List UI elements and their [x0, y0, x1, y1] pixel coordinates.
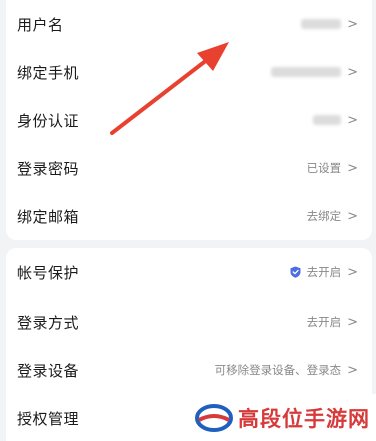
- row-right: 已设置 >: [307, 160, 358, 176]
- masked-value: [271, 67, 342, 77]
- row-identity-verification[interactable]: 身份认证 >: [6, 96, 372, 144]
- chevron-right-icon: >: [347, 64, 358, 80]
- row-right: 去绑定 >: [307, 208, 358, 224]
- row-label: 登录方式: [17, 313, 80, 332]
- row-bind-phone[interactable]: 绑定手机 >: [6, 48, 372, 96]
- row-right: 去开启 >: [307, 314, 358, 330]
- row-label: 授权管理: [17, 409, 80, 428]
- row-right: 可移除登录设备、登录态 >: [215, 362, 358, 378]
- watermark-logo-icon: [195, 403, 233, 432]
- row-label: 登录密码: [17, 159, 80, 178]
- chevron-right-icon: >: [347, 264, 358, 280]
- chevron-right-icon: >: [347, 362, 358, 378]
- row-label: 用户名: [17, 15, 64, 34]
- account-info-card: 用户名 > 绑定手机 > 身份认证 > 登录密码 已设置 > 绑定邮箱 去绑定 …: [6, 0, 372, 240]
- shield-icon: [290, 266, 301, 278]
- row-value: 已设置: [306, 161, 342, 175]
- row-account-protection[interactable]: 帐号保护 去开启 >: [6, 248, 372, 296]
- row-right: 去开启 >: [290, 264, 358, 280]
- row-label: 绑定手机: [17, 63, 80, 82]
- row-label: 身份认证: [17, 111, 80, 130]
- row-login-devices[interactable]: 登录设备 可移除登录设备、登录态 >: [6, 346, 372, 394]
- row-label: 绑定邮箱: [17, 207, 80, 226]
- watermark-text: 高段位手游网: [238, 406, 370, 431]
- chevron-right-icon: >: [347, 208, 358, 224]
- row-value: 可移除登录设备、登录态: [214, 363, 342, 377]
- row-value: 去绑定: [306, 209, 342, 223]
- row-login-method[interactable]: 登录方式 去开启 >: [6, 298, 372, 346]
- chevron-right-icon: >: [347, 314, 358, 330]
- row-username[interactable]: 用户名 >: [6, 0, 372, 48]
- chevron-right-icon: >: [347, 160, 358, 176]
- row-right: >: [301, 18, 358, 31]
- chevron-right-icon: >: [347, 112, 358, 128]
- account-settings-page: 用户名 > 绑定手机 > 身份认证 > 登录密码 已设置 > 绑定邮箱 去绑定 …: [0, 0, 376, 441]
- row-right: >: [313, 114, 358, 127]
- row-value: 去开启: [306, 315, 342, 329]
- row-value: 去开启: [306, 265, 342, 279]
- row-right: >: [271, 66, 358, 79]
- masked-value: [301, 19, 342, 29]
- row-login-password[interactable]: 登录密码 已设置 >: [6, 144, 372, 192]
- row-bind-email[interactable]: 绑定邮箱 去绑定 >: [6, 192, 372, 240]
- watermark: 高段位手游网: [192, 394, 376, 441]
- masked-value: [313, 115, 342, 125]
- chevron-right-icon: >: [347, 16, 358, 32]
- row-label: 登录设备: [17, 361, 80, 380]
- row-label: 帐号保护: [17, 263, 80, 282]
